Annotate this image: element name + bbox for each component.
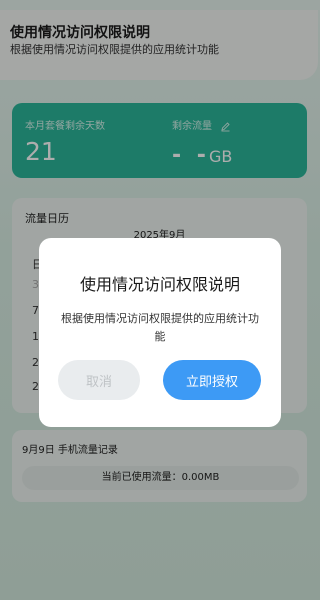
permission-dialog: 使用情况访问权限说明 根据使用情况访问权限提供的应用统计功能 取消 立即授权: [39, 238, 281, 427]
grant-button[interactable]: 立即授权: [163, 360, 261, 400]
dialog-body: 根据使用情况访问权限提供的应用统计功能: [61, 312, 259, 343]
cancel-button[interactable]: 取消: [58, 360, 140, 400]
dialog-title: 使用情况访问权限说明: [79, 275, 240, 294]
